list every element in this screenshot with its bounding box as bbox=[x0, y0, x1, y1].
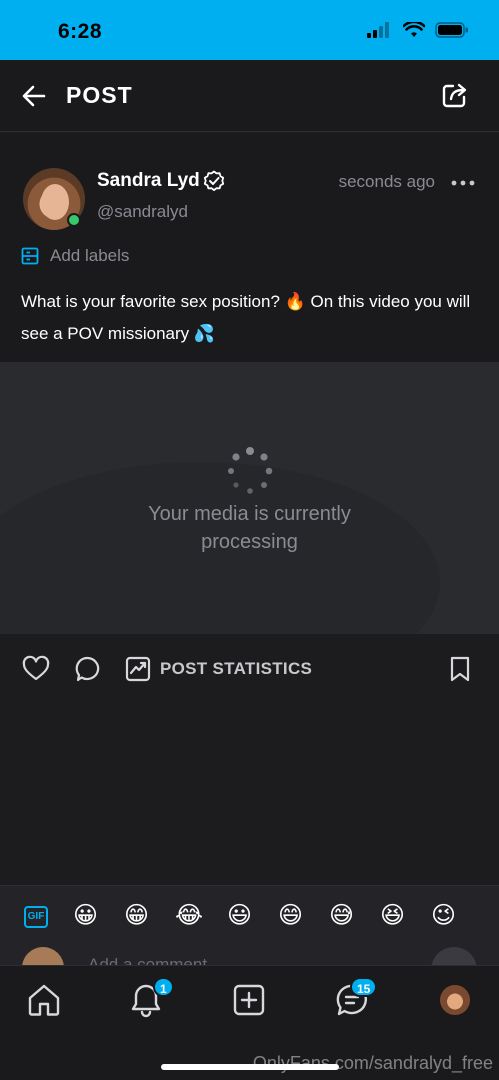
battery-icon bbox=[435, 22, 468, 38]
send-icon[interactable] bbox=[431, 947, 477, 965]
back-arrow-icon[interactable] bbox=[20, 82, 48, 110]
status-icons bbox=[367, 22, 469, 38]
media-processing-text: Your media is currently processing bbox=[0, 500, 499, 556]
loading-spinner-icon bbox=[228, 447, 273, 494]
stats-icon bbox=[125, 656, 151, 682]
post-card: Sandra Lyd @sandralyd seconds ago Add la… bbox=[0, 133, 499, 362]
add-labels-link[interactable]: Add labels bbox=[50, 246, 129, 266]
heart-icon[interactable] bbox=[22, 655, 50, 683]
add-icon[interactable] bbox=[231, 982, 267, 1018]
cellular-signal-icon bbox=[367, 22, 389, 38]
emoji-button[interactable]: 😀 bbox=[73, 901, 98, 931]
status-bar: 6:28 bbox=[0, 0, 499, 60]
bottom-tab-bar: 1 15 OnlyFans.com/sandralyd_free bbox=[0, 965, 499, 1080]
author-name[interactable]: Sandra Lyd bbox=[97, 170, 200, 192]
status-time: 6:28 bbox=[58, 20, 103, 43]
profile-avatar[interactable] bbox=[440, 985, 470, 1015]
media-processing-line-1: Your media is currently bbox=[148, 503, 351, 525]
page-title: POST bbox=[66, 82, 133, 108]
emoji-button[interactable]: 😃 bbox=[227, 901, 252, 931]
post-statistics-button[interactable]: POST STATISTICS bbox=[125, 655, 312, 683]
post-statistics-label: POST STATISTICS bbox=[160, 659, 313, 678]
commenter-avatar bbox=[22, 947, 64, 965]
more-icon[interactable] bbox=[451, 173, 475, 193]
avatar-face bbox=[41, 184, 69, 220]
home-indicator bbox=[161, 1064, 339, 1070]
top-header: POST bbox=[0, 60, 499, 132]
emoji-button[interactable]: 😄 bbox=[278, 901, 303, 931]
comment-input[interactable]: Add a comment... bbox=[88, 955, 221, 965]
emoji-button[interactable]: 😁 bbox=[124, 901, 149, 931]
wifi-icon bbox=[403, 22, 425, 37]
media-placeholder[interactable]: Your media is currently processing bbox=[0, 362, 499, 634]
online-status-dot bbox=[67, 213, 81, 227]
emoji-button[interactable]: 😆 bbox=[380, 901, 405, 931]
emoji-button[interactable]: 😉 bbox=[431, 901, 456, 931]
emoji-button[interactable]: 😅 bbox=[329, 901, 354, 931]
labels-icon[interactable] bbox=[21, 247, 39, 265]
emoji-bar: GIF 😀 😁 😂 😃 😄 😅 😆 😉 bbox=[0, 885, 499, 947]
messages-badge: 15 bbox=[350, 977, 378, 997]
post-timestamp: seconds ago bbox=[338, 172, 435, 191]
emoji-button[interactable]: 😂 bbox=[175, 901, 203, 931]
home-icon[interactable] bbox=[26, 982, 62, 1018]
share-icon[interactable] bbox=[441, 81, 469, 109]
post-actions: POST STATISTICS bbox=[0, 634, 499, 885]
comment-icon[interactable] bbox=[73, 655, 101, 683]
comment-row: Add a comment... bbox=[0, 947, 499, 965]
verified-icon bbox=[203, 170, 225, 191]
bookmark-icon[interactable] bbox=[448, 655, 472, 683]
notifications-badge: 1 bbox=[153, 977, 174, 997]
gif-button[interactable]: GIF bbox=[24, 906, 48, 928]
author-handle[interactable]: @sandralyd bbox=[97, 202, 188, 222]
post-text: What is your favorite sex position? 🔥 On… bbox=[21, 292, 471, 343]
media-processing-line-2: processing bbox=[201, 531, 298, 553]
